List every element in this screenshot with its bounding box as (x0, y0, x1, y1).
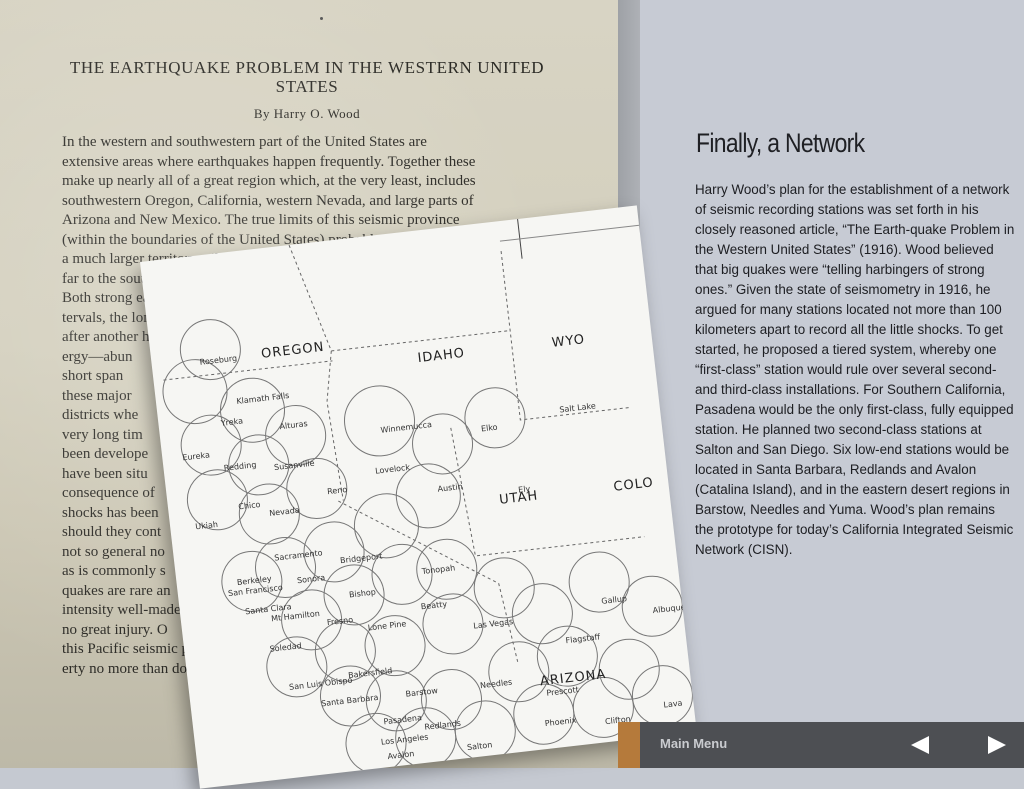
text-panel: Finally, a Network Harry Wood’s plan for… (640, 0, 1024, 722)
seismic-station-map: OREGON IDAHO WYO UTAH COLO ARIZONA Roseb… (140, 205, 697, 789)
previous-arrow-icon[interactable] (909, 735, 931, 755)
next-arrow-icon[interactable] (986, 735, 1008, 755)
main-menu-button[interactable]: Main Menu (660, 736, 727, 751)
article-title-line-2: STATES (275, 77, 339, 96)
page-thumbnail[interactable] (618, 722, 640, 768)
article-line: southwestern Oregon, California, western… (62, 192, 474, 209)
map-drawing (162, 218, 693, 774)
article-author: By Harry O. Wood (253, 106, 361, 121)
bottom-bar: Main Menu (618, 722, 1024, 768)
article-title-line-1: THE EARTHQUAKE PROBLEM IN THE WESTERN UN… (69, 58, 545, 77)
state-border (331, 330, 511, 352)
panel-heading: Finally, a Network (696, 128, 865, 158)
map-place-label: Elko (480, 422, 499, 434)
map-place-label: Ely (517, 484, 531, 495)
article-line: extensive areas where earthquakes happen… (62, 153, 476, 170)
page-mark (320, 17, 323, 20)
article-title: THE EARTHQUAKE PROBLEM IN THE WESTERN UN… (62, 58, 552, 96)
state-border (500, 250, 630, 421)
article-line: In the western and southwestern part of … (62, 134, 427, 150)
state-border (499, 224, 640, 242)
panel-body-text: Harry Wood’s plan for the establishment … (695, 182, 1015, 557)
article-line: make up nearly all of a great region whi… (62, 173, 476, 189)
